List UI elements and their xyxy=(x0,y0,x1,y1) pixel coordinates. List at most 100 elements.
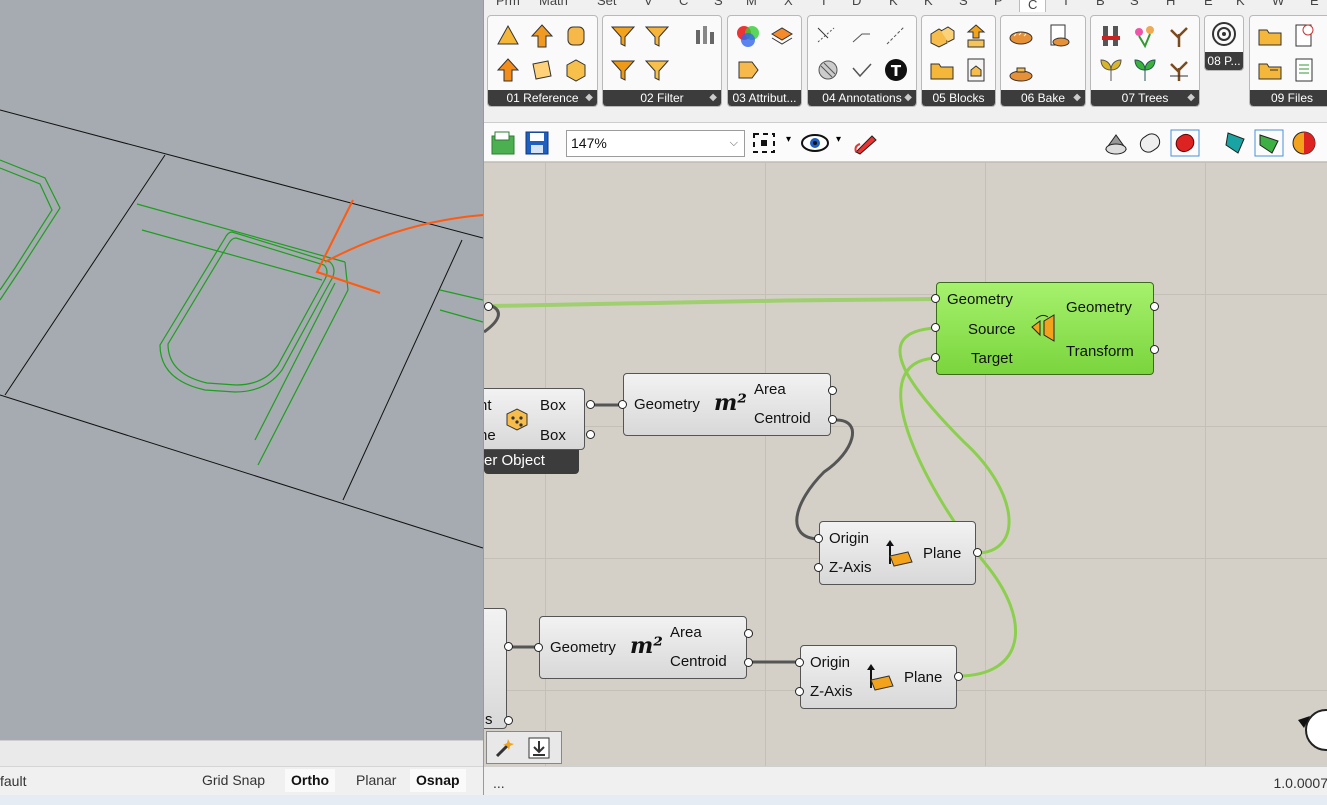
tab-w[interactable]: W xyxy=(1272,0,1284,8)
open-folder-icon[interactable] xyxy=(1256,22,1284,50)
tree-sprout-icon[interactable] xyxy=(1097,56,1125,84)
reference-sheet-icon[interactable] xyxy=(528,56,556,84)
tab-x[interactable]: X xyxy=(784,0,793,8)
orient-target-port[interactable] xyxy=(931,353,940,362)
annotation-hatch-icon[interactable] xyxy=(814,56,842,84)
tab-d[interactable]: D xyxy=(852,0,861,8)
current-layer[interactable]: fault xyxy=(0,773,26,789)
filter-funnel-3-icon[interactable] xyxy=(609,56,637,84)
annotation-dim-icon[interactable] xyxy=(814,22,842,50)
open-file-icon[interactable] xyxy=(490,130,516,156)
tab-e[interactable]: E xyxy=(1204,0,1213,8)
plane1-input-zaxis[interactable]: Z-Axis xyxy=(829,559,872,576)
partial-component[interactable]: s xyxy=(484,608,507,729)
zoom-dropdown[interactable]: 147% ⌵ xyxy=(566,130,745,157)
sketch-pen-icon[interactable] xyxy=(852,130,880,156)
tab-s3[interactable]: S xyxy=(1130,0,1139,8)
bake-stack-icon[interactable] xyxy=(1007,56,1035,84)
block-boxes-icon[interactable] xyxy=(928,22,956,50)
block-insert-icon[interactable] xyxy=(962,22,990,50)
construct-plane-component-1[interactable]: Origin Z-Axis Plane xyxy=(819,521,976,585)
plane1-input-origin[interactable]: Origin xyxy=(829,530,869,547)
magic-wand-icon[interactable] xyxy=(493,736,517,760)
filter-funnel-icon[interactable] xyxy=(609,22,637,50)
spiral-icon[interactable] xyxy=(1210,20,1238,48)
area1-geometry-port[interactable] xyxy=(618,400,627,409)
plane1-zaxis-port[interactable] xyxy=(814,563,823,572)
area-component-1[interactable]: Geometry m² Area Centroid xyxy=(623,373,831,436)
tab-params[interactable]: Prm xyxy=(496,0,520,8)
area2-output-area[interactable]: Area xyxy=(670,624,702,641)
bake-bread-icon[interactable] xyxy=(1007,22,1035,50)
area2-input-geometry[interactable]: Geometry xyxy=(550,639,616,656)
orient-geometry-out-port[interactable] xyxy=(1150,302,1159,311)
partial-port-1[interactable] xyxy=(504,642,513,651)
plane1-plane-port[interactable] xyxy=(973,548,982,557)
box-output-2[interactable]: Box xyxy=(540,427,566,444)
area2-geometry-port[interactable] xyxy=(534,643,543,652)
annotation-check-icon[interactable] xyxy=(848,56,876,84)
box-input-2[interactable]: ne xyxy=(484,427,496,444)
reference-cylinder-icon[interactable] xyxy=(562,22,590,50)
tab-v[interactable]: V xyxy=(644,0,653,8)
area1-output-centroid[interactable]: Centroid xyxy=(754,410,811,427)
ortho-toggle[interactable]: Ortho xyxy=(285,769,336,792)
orient-output-transform[interactable]: Transform xyxy=(1066,343,1134,360)
area2-output-centroid[interactable]: Centroid xyxy=(670,653,727,670)
zoom-extents-dropdown-icon[interactable]: ▾ xyxy=(786,134,791,145)
area1-output-area[interactable]: Area xyxy=(754,381,786,398)
file-list-icon[interactable] xyxy=(1290,56,1318,84)
box-out-port-1[interactable] xyxy=(586,400,595,409)
preview-shaded-icon[interactable] xyxy=(1136,129,1164,157)
tab-sets[interactable]: Set xyxy=(597,0,617,8)
plane2-input-zaxis[interactable]: Z-Axis xyxy=(810,683,853,700)
tab-i[interactable]: I xyxy=(822,0,826,8)
reference-geometry-icon[interactable] xyxy=(494,22,522,50)
bake-doc-icon[interactable] xyxy=(1045,22,1073,50)
block-folder-icon[interactable] xyxy=(928,56,956,84)
orient-input-geometry[interactable]: Geometry xyxy=(947,291,1013,308)
box-input-1[interactable]: nt xyxy=(484,397,492,414)
tree-graft-icon[interactable] xyxy=(1097,22,1125,50)
partial-port-2[interactable] xyxy=(504,716,513,725)
left-offscreen-port[interactable] xyxy=(484,302,493,311)
plane1-output-plane[interactable]: Plane xyxy=(923,545,961,562)
plane2-output-plane[interactable]: Plane xyxy=(904,669,942,686)
plane2-zaxis-port[interactable] xyxy=(795,687,804,696)
preview-wireframe-icon[interactable] xyxy=(1102,129,1130,157)
display-mesh-icon[interactable] xyxy=(1222,129,1250,157)
tab-m[interactable]: M xyxy=(746,0,757,8)
orient-transform-out-port[interactable] xyxy=(1150,345,1159,354)
plane2-plane-port[interactable] xyxy=(954,672,963,681)
plane2-input-origin[interactable]: Origin xyxy=(810,654,850,671)
tab-e2[interactable]: E xyxy=(1310,0,1319,8)
tab-k1[interactable]: K xyxy=(889,0,898,8)
tab-h[interactable]: H xyxy=(1166,0,1175,8)
tab-p[interactable]: P xyxy=(994,0,1003,8)
orient-source-port[interactable] xyxy=(931,323,940,332)
tab-k3[interactable]: K xyxy=(1236,0,1245,8)
file-clock-icon[interactable] xyxy=(1290,22,1318,50)
annotation-text-icon[interactable]: T xyxy=(882,56,910,84)
gh-canvas[interactable]: Geometry Source Target Geometry Transfor… xyxy=(484,162,1327,766)
save-folder-icon[interactable] xyxy=(1256,56,1284,84)
rhino-viewport[interactable] xyxy=(0,0,483,740)
tab-c[interactable]: C xyxy=(679,0,688,8)
preview-eye-icon[interactable] xyxy=(800,132,830,154)
filter-funnel-4-icon[interactable] xyxy=(643,56,671,84)
bounding-box-component[interactable]: nt ne Box Box xyxy=(484,388,585,450)
filter-bars-icon[interactable] xyxy=(691,22,719,50)
orient-input-target[interactable]: Target xyxy=(971,350,1013,367)
area1-area-port[interactable] xyxy=(828,386,837,395)
plane1-origin-port[interactable] xyxy=(814,534,823,543)
tab-s2[interactable]: S xyxy=(959,0,968,8)
orient-input-source[interactable]: Source xyxy=(968,321,1016,338)
box-out-port-2[interactable] xyxy=(586,430,595,439)
color-wheel-icon[interactable] xyxy=(734,22,762,50)
tree-branch-icon[interactable] xyxy=(1165,22,1193,50)
block-doc-icon[interactable] xyxy=(962,56,990,84)
tab-b[interactable]: B xyxy=(1096,0,1105,8)
planar-toggle[interactable]: Planar xyxy=(350,769,402,792)
area1-input-geometry[interactable]: Geometry xyxy=(634,396,700,413)
display-color-icon[interactable] xyxy=(1290,129,1318,157)
